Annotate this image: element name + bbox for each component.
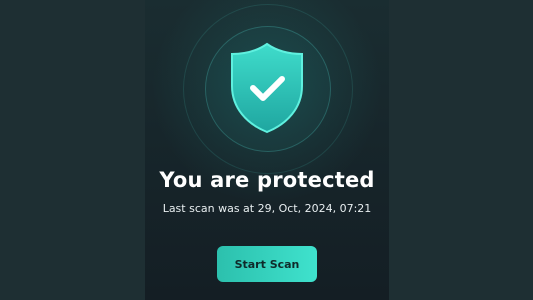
screen: You are protected Last scan was at 29, O… xyxy=(0,0,533,300)
start-scan-button[interactable]: Start Scan xyxy=(217,246,317,282)
last-scan-text: Last scan was at 29, Oct, 2024, 07:21 xyxy=(162,202,372,215)
shield-check-icon xyxy=(231,42,303,134)
protection-status-title: You are protected xyxy=(159,168,375,192)
app-panel: You are protected Last scan was at 29, O… xyxy=(145,0,389,300)
